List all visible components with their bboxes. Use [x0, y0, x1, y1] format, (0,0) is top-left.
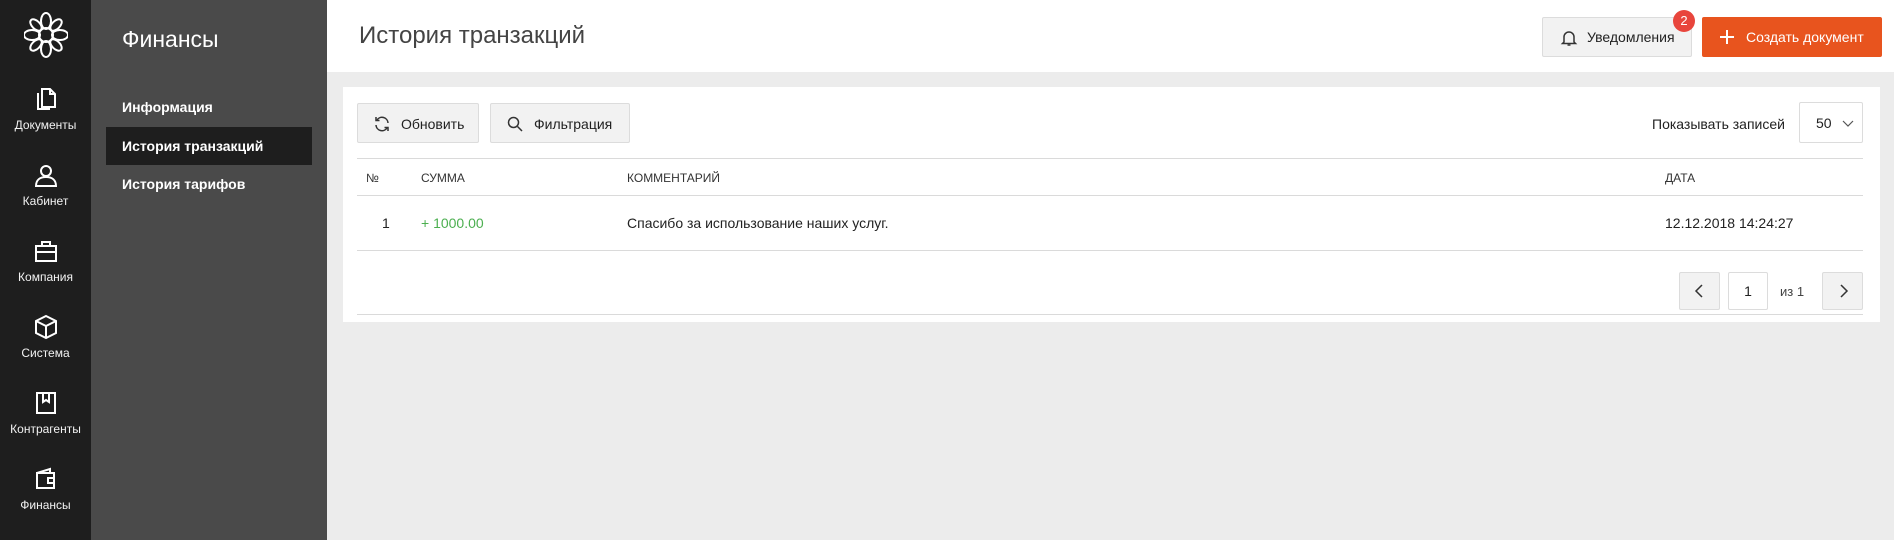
chevron-down-icon: [1842, 120, 1854, 127]
section-title: Финансы: [122, 26, 219, 52]
rail-item-company[interactable]: Компания: [0, 232, 91, 308]
chevron-left-icon: [1694, 284, 1703, 298]
refresh-icon: [375, 116, 389, 132]
rail-item-contractors[interactable]: Контрагенты: [0, 384, 91, 460]
page-header: История транзакций Уведомления 2 Создать…: [327, 0, 1894, 72]
user-icon: [34, 165, 58, 187]
prev-page-button[interactable]: [1679, 272, 1720, 310]
bookmark-book-icon: [36, 392, 56, 414]
rail-item-label: Компания: [18, 270, 73, 284]
rail-item-label: Контрагенты: [10, 422, 81, 436]
column-header-comment[interactable]: Комментарий: [627, 171, 720, 185]
plus-icon: [1720, 30, 1734, 44]
notifications-button[interactable]: Уведомления: [1542, 17, 1692, 57]
main-rail: Документы Кабинет Компания Система Контр…: [0, 0, 91, 540]
row-date: 12.12.2018 14:24:27: [1665, 215, 1794, 231]
rail-item-system[interactable]: Система: [0, 308, 91, 384]
next-page-button[interactable]: [1822, 272, 1863, 310]
create-document-label: Создать документ: [1746, 29, 1864, 45]
notifications-count-badge: 2: [1673, 10, 1695, 32]
refresh-button[interactable]: Обновить: [357, 103, 479, 143]
create-document-button[interactable]: Создать документ: [1702, 17, 1882, 57]
column-header-amount[interactable]: Сумма: [421, 171, 465, 185]
rail-item-label: Система: [21, 346, 70, 360]
column-header-number[interactable]: №: [366, 171, 379, 185]
page-title: История транзакций: [359, 22, 586, 49]
table-row[interactable]: 1 + 1000.00 Спасибо за использование наш…: [357, 196, 1863, 251]
refresh-label: Обновить: [401, 116, 465, 132]
rail-item-label: Кабинет: [22, 194, 69, 208]
subnav-item-info[interactable]: Информация: [106, 88, 312, 126]
chevron-right-icon: [1840, 284, 1849, 298]
page-total-label: из 1: [1780, 284, 1805, 299]
rail-item-finance[interactable]: Финансы: [0, 460, 91, 536]
subnav-item-tariffs[interactable]: История тарифов: [106, 165, 312, 203]
column-header-date[interactable]: Дата: [1665, 171, 1695, 185]
rail-item-cabinet[interactable]: Кабинет: [0, 156, 91, 232]
pagination: 1 из 1: [357, 267, 1863, 315]
bell-icon: [1560, 31, 1578, 46]
per-page-label: Показывать записей: [1652, 116, 1785, 132]
notifications-label: Уведомления: [1587, 29, 1675, 45]
logo-icon[interactable]: [24, 12, 68, 58]
transactions-card: Обновить Фильтрация Показывать записей 5…: [343, 87, 1880, 322]
search-icon: [507, 116, 523, 132]
per-page-select[interactable]: 50: [1799, 102, 1863, 143]
section-nav: Финансы Информация История транзакций Ис…: [91, 0, 327, 540]
rail-item-label: Документы: [14, 118, 77, 132]
row-comment: Спасибо за использование наших услуг.: [627, 215, 889, 231]
rail-item-label: Финансы: [20, 498, 71, 512]
filter-button[interactable]: Фильтрация: [490, 103, 630, 143]
subnav-item-transactions[interactable]: История транзакций: [106, 127, 312, 165]
table-header: № Сумма Комментарий Дата: [357, 158, 1863, 196]
page-number-input[interactable]: 1: [1728, 272, 1768, 310]
filter-label: Фильтрация: [534, 116, 613, 132]
wallet-icon: [36, 467, 55, 489]
cube-icon: [35, 314, 57, 340]
documents-icon: [37, 88, 56, 110]
rail-item-documents[interactable]: Документы: [0, 80, 91, 156]
row-number: 1: [382, 215, 390, 231]
briefcase-icon: [35, 241, 57, 262]
row-amount: + 1000.00: [421, 215, 484, 231]
per-page-value: 50: [1816, 115, 1832, 131]
